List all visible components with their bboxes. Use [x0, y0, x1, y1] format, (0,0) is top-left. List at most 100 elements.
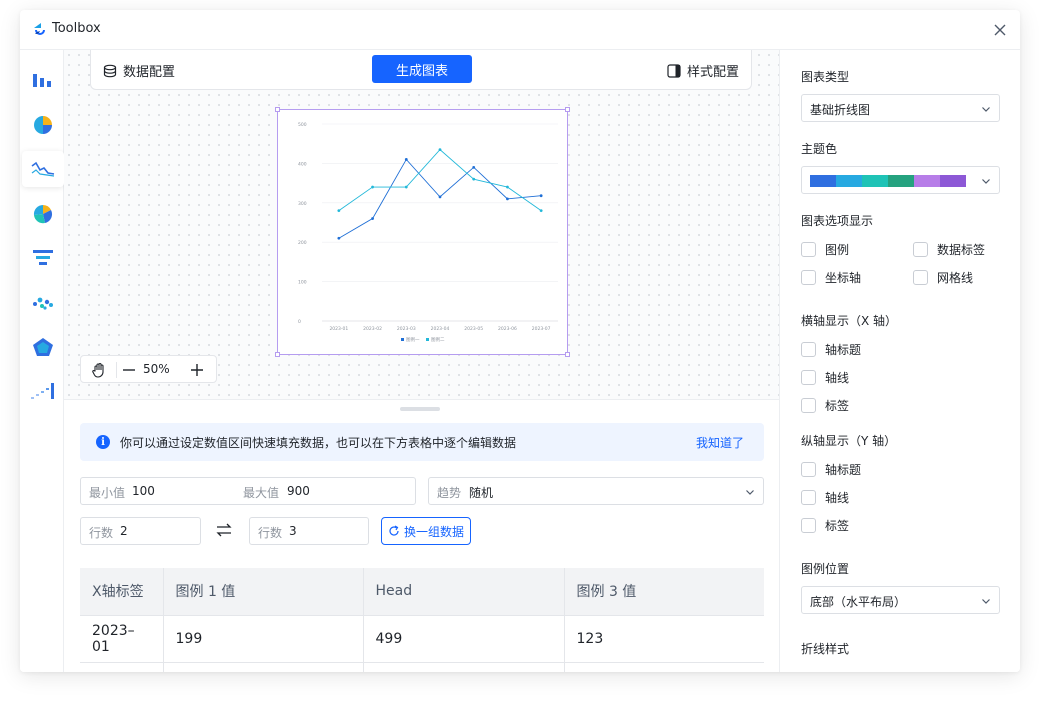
line-chart: 0 100 200 300 400 500 2023-01 2023-02 2023-03 202…	[298, 122, 558, 343]
checkbox[interactable]	[801, 270, 816, 285]
table-cell[interactable]: 499	[363, 615, 565, 663]
chart-type-select[interactable]: 基础折线图	[801, 94, 1000, 122]
x-tick-label: 2023-06	[498, 326, 517, 332]
info-banner: i 你可以通过设定数值区间快速填充数据，也可以在下方表格中逐个编辑数据 我知道了	[80, 423, 764, 461]
xaxis-label-checkbox[interactable]: 标签	[801, 397, 849, 414]
bar-chart-icon[interactable]	[22, 62, 64, 98]
yaxis-label-checkbox[interactable]: 标签	[801, 517, 849, 534]
rows-value[interactable]: 2	[120, 524, 128, 538]
cols-label: 行数	[258, 526, 283, 540]
legend-label: 图例二	[431, 336, 445, 343]
legend-marker	[401, 338, 404, 341]
option-label: 轴标题	[825, 463, 862, 477]
data-point	[371, 185, 374, 189]
checkbox[interactable]	[801, 518, 816, 533]
table-cell[interactable]	[564, 662, 764, 672]
trend-value: 随机	[469, 486, 494, 500]
xaxis-title: 横轴显示（X 轴）	[801, 314, 898, 328]
table-cell[interactable]	[163, 662, 364, 672]
close-icon[interactable]	[992, 22, 1008, 38]
table-cell[interactable]: 123	[564, 615, 764, 663]
checkbox[interactable]	[801, 398, 816, 413]
legend-label: 图例一	[406, 336, 420, 343]
table-cell[interactable]: 2023–01	[80, 615, 164, 663]
style-config-button[interactable]: 样式配置	[667, 61, 739, 80]
line-style-title: 折线样式	[801, 642, 850, 656]
zoom-in-icon[interactable]	[189, 360, 205, 380]
style-config-label: 样式配置	[686, 65, 739, 80]
refresh-label: 换一组数据	[403, 524, 464, 539]
info-icon: i	[96, 435, 110, 449]
y-tick-label: 100	[298, 280, 307, 286]
cols-field[interactable]: 行数 3	[249, 517, 369, 545]
step-chart-icon[interactable]	[22, 373, 64, 409]
panel-resize-handle[interactable]	[400, 407, 440, 411]
resize-handle[interactable]	[565, 107, 570, 112]
legend-position-select[interactable]: 底部（水平布局）	[801, 586, 1000, 614]
pie-chart-icon[interactable]	[22, 107, 64, 143]
refresh-icon	[389, 525, 399, 536]
min-value[interactable]: 100	[132, 484, 155, 498]
chevron-down-icon	[982, 179, 990, 184]
data-point	[371, 217, 374, 220]
zoom-out-icon[interactable]	[121, 360, 137, 380]
option-label: 坐标轴	[825, 271, 862, 285]
yaxis-line-checkbox[interactable]: 轴线	[801, 489, 849, 506]
trend-select[interactable]: 趋势 随机	[428, 477, 764, 505]
table-cell[interactable]: 199	[163, 615, 364, 663]
option-label: 网格线	[937, 271, 974, 285]
option-label: 数据标签	[937, 243, 986, 257]
dismiss-link[interactable]: 我知道了	[696, 434, 744, 451]
cols-value[interactable]: 3	[289, 524, 297, 538]
rows-field[interactable]: 行数 2	[80, 517, 201, 545]
data-point	[506, 185, 509, 189]
column-header[interactable]: X轴标签	[80, 568, 164, 616]
checkbox[interactable]	[801, 490, 816, 505]
option-label: 标签	[825, 399, 850, 413]
option-grid-checkbox[interactable]: 网格线	[913, 269, 973, 286]
resize-handle[interactable]	[275, 352, 280, 357]
range-field[interactable]: 最小值 100 最大值 900	[80, 477, 416, 505]
max-value[interactable]: 900	[287, 484, 310, 498]
refresh-data-button[interactable]: 换一组数据	[381, 517, 471, 545]
theme-select[interactable]	[801, 166, 1000, 194]
generate-chart-button[interactable]: 生成图表	[372, 55, 472, 83]
chart-preview[interactable]: 0 100 200 300 400 500 2023-01 2023-02 2023-03 202…	[275, 107, 570, 357]
donut-chart-icon[interactable]	[22, 196, 64, 232]
xaxis-line-checkbox[interactable]: 轴线	[801, 369, 849, 386]
x-tick-label: 2023-02	[363, 326, 382, 332]
column-header[interactable]: 图例 3 值	[564, 568, 764, 616]
scatter-chart-icon[interactable]	[22, 285, 64, 321]
resize-handle[interactable]	[565, 352, 570, 357]
option-legend-checkbox[interactable]: 图例	[801, 241, 849, 258]
theme-title: 主题色	[801, 142, 838, 156]
column-header[interactable]: Head	[363, 568, 565, 616]
checkbox[interactable]	[801, 462, 816, 477]
checkbox[interactable]	[801, 370, 816, 385]
data-point	[404, 158, 408, 161]
column-header[interactable]: 图例 1 值	[163, 568, 364, 616]
checkbox[interactable]	[913, 270, 928, 285]
option-axis-checkbox[interactable]: 坐标轴	[801, 269, 861, 286]
table-cell[interactable]	[363, 662, 565, 672]
data-config-button[interactable]: 数据配置	[103, 61, 175, 80]
legend-position-value: 底部（水平布局）	[810, 595, 907, 609]
checkbox[interactable]	[913, 242, 928, 257]
data-point	[404, 185, 408, 189]
theme-color-swatch	[914, 175, 940, 187]
radar-chart-icon[interactable]	[22, 329, 64, 365]
y-tick-label: 400	[298, 161, 307, 167]
funnel-chart-icon[interactable]	[22, 240, 64, 276]
checkbox[interactable]	[801, 342, 816, 357]
swap-icon[interactable]	[216, 523, 232, 537]
option-data-label-checkbox[interactable]: 数据标签	[913, 241, 985, 258]
legend-position-title: 图例位置	[801, 562, 850, 576]
line-chart-icon[interactable]	[22, 151, 64, 187]
hand-tool-icon[interactable]	[89, 360, 109, 380]
resize-handle[interactable]	[275, 107, 280, 112]
checkbox[interactable]	[801, 242, 816, 257]
yaxis-title-checkbox[interactable]: 轴标题	[801, 461, 861, 478]
divider	[116, 362, 117, 378]
xaxis-title-checkbox[interactable]: 轴标题	[801, 341, 861, 358]
table-cell[interactable]	[80, 662, 164, 672]
